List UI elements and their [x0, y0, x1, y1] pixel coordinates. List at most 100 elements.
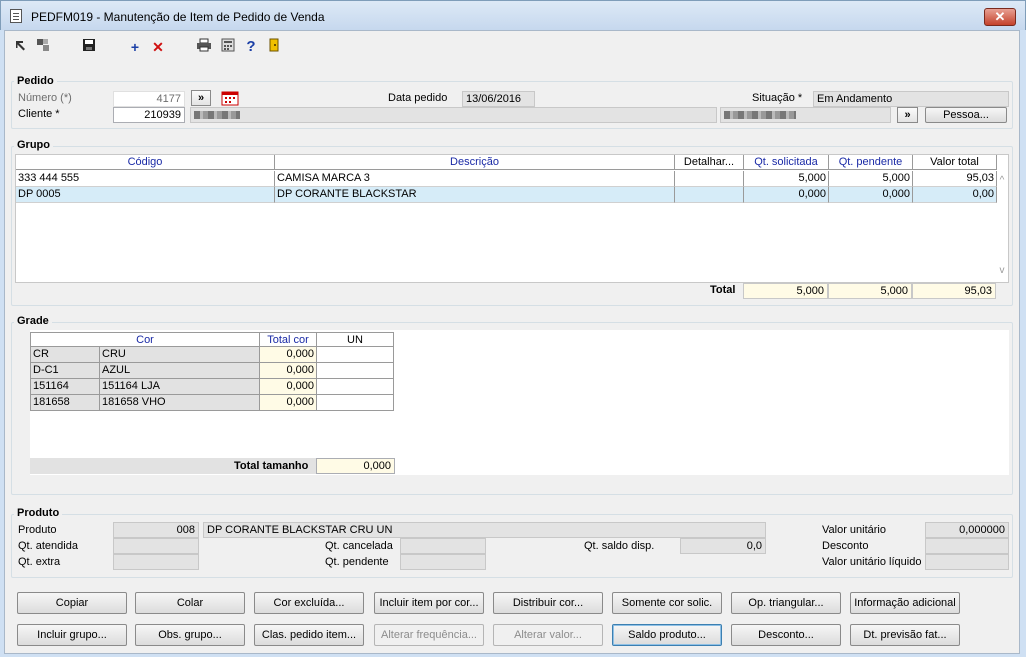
- valor-liquido-label: Valor unitário líquido: [822, 556, 922, 568]
- saldo-produto-button[interactable]: Saldo produto...: [612, 624, 722, 646]
- grupo-table: Código Descrição Detalhar... Qt. solicit…: [15, 154, 1009, 283]
- table-cell[interactable]: CR: [30, 347, 100, 363]
- close-button[interactable]: ✕: [984, 8, 1016, 26]
- column-header-detalhar[interactable]: Detalhar...: [675, 155, 744, 170]
- table-cell[interactable]: 151164: [30, 379, 100, 395]
- table-cell-selected[interactable]: 0,00: [913, 187, 997, 203]
- qt-saldo-label: Qt. saldo disp.: [584, 540, 655, 552]
- qt-atendida-field: [113, 538, 199, 554]
- cliente-label: Cliente *: [18, 108, 60, 120]
- numero-search-button[interactable]: »: [191, 90, 211, 106]
- total-valor: 95,03: [912, 283, 996, 299]
- qt-cancelada-label: Qt. cancelada: [325, 540, 393, 552]
- exit-door-icon[interactable]: [265, 38, 283, 56]
- situacao-field[interactable]: Em Andamento: [813, 91, 1009, 107]
- help-icon[interactable]: ?: [242, 38, 260, 56]
- chevron-up-icon[interactable]: ^: [996, 175, 1008, 186]
- total-qt-solicitada: 5,000: [743, 283, 828, 299]
- table-cell[interactable]: 0,000: [260, 363, 317, 379]
- table-cell[interactable]: 95,03: [913, 171, 997, 187]
- table-cell[interactable]: 181658: [30, 395, 100, 411]
- chevron-down-icon[interactable]: v: [996, 265, 1008, 276]
- redacted-text: [724, 111, 796, 120]
- table-cell[interactable]: 333 444 555: [16, 171, 275, 187]
- table-cell[interactable]: CRU: [100, 347, 260, 363]
- table-cell-selected[interactable]: [675, 187, 744, 203]
- table-cell[interactable]: 0,000: [260, 347, 317, 363]
- alterar-frequencia-button[interactable]: Alterar frequência...: [374, 624, 484, 646]
- qt-extra-label: Qt. extra: [18, 556, 61, 568]
- windows-icon[interactable]: [34, 38, 52, 56]
- table-cell[interactable]: D-C1: [30, 363, 100, 379]
- column-header-valor-total[interactable]: Valor total: [913, 155, 997, 170]
- alterar-valor-button[interactable]: Alterar valor...: [493, 624, 603, 646]
- table-cell[interactable]: [675, 171, 744, 187]
- grupo-section-label: Grupo: [14, 139, 53, 151]
- table-cell[interactable]: 151164 LJA: [100, 379, 260, 395]
- data-pedido-label: Data pedido: [388, 92, 448, 104]
- qt-saldo-field: 0,0: [680, 538, 766, 554]
- produto-desc-field: DP CORANTE BLACKSTAR CRU UN: [203, 522, 766, 538]
- scrollbar[interactable]: ^ v: [996, 175, 1008, 281]
- back-icon[interactable]: [12, 38, 30, 56]
- delete-icon[interactable]: ✕: [149, 38, 167, 56]
- calendar-icon[interactable]: [220, 90, 240, 106]
- distribuir-cor-button[interactable]: Distribuir cor...: [493, 592, 603, 614]
- table-cell[interactable]: [317, 379, 394, 395]
- column-header-descricao[interactable]: Descrição: [275, 155, 675, 170]
- calculator-icon[interactable]: [219, 38, 237, 56]
- table-cell[interactable]: [317, 395, 394, 411]
- cliente-document-field: [720, 107, 891, 123]
- dt-previsao-fat-button[interactable]: Dt. previsão fat...: [850, 624, 960, 646]
- data-pedido-field: 13/06/2016: [462, 91, 535, 107]
- column-header-qt-solicitada[interactable]: Qt. solicitada: [744, 155, 829, 170]
- copiar-button[interactable]: Copiar: [17, 592, 127, 614]
- column-header-codigo[interactable]: Código: [16, 155, 275, 170]
- table-cell[interactable]: 5,000: [829, 171, 913, 187]
- incluir-grupo-button[interactable]: Incluir grupo...: [17, 624, 127, 646]
- table-cell[interactable]: AZUL: [100, 363, 260, 379]
- table-cell[interactable]: CAMISA MARCA 3: [275, 171, 675, 187]
- column-header-cor[interactable]: Cor: [30, 332, 260, 347]
- total-qt-pendente: 5,000: [828, 283, 912, 299]
- situacao-label: Situação *: [752, 92, 803, 104]
- title-bar: PEDFM019 - Manutenção de Item de Pedido …: [0, 0, 1026, 30]
- qt-cancelada-field: [400, 538, 486, 554]
- desconto-button[interactable]: Desconto...: [731, 624, 841, 646]
- informacao-adicional-button[interactable]: Informação adicional: [850, 592, 960, 614]
- save-icon[interactable]: [80, 38, 98, 56]
- incluir-item-por-cor-button[interactable]: Incluir item por cor...: [374, 592, 484, 614]
- colar-button[interactable]: Colar: [135, 592, 245, 614]
- table-cell-selected[interactable]: 0,000: [829, 187, 913, 203]
- table-cell[interactable]: 5,000: [744, 171, 829, 187]
- obs-grupo-button[interactable]: Obs. grupo...: [135, 624, 245, 646]
- table-cell[interactable]: 181658 VHO: [100, 395, 260, 411]
- table-cell[interactable]: [317, 363, 394, 379]
- cliente-search-button[interactable]: »: [897, 107, 918, 123]
- cliente-field[interactable]: 210939: [113, 107, 185, 123]
- numero-field[interactable]: 4177: [113, 91, 185, 107]
- grade-total-label: Total tamanho: [234, 460, 309, 472]
- somente-cor-solic-button[interactable]: Somente cor solic.: [612, 592, 722, 614]
- column-header-total-cor[interactable]: Total cor: [260, 332, 317, 347]
- table-cell-selected[interactable]: DP 0005: [16, 187, 275, 203]
- add-icon[interactable]: +: [126, 38, 144, 56]
- op-triangular-button[interactable]: Op. triangular...: [731, 592, 841, 614]
- table-cell-selected[interactable]: DP CORANTE BLACKSTAR: [275, 187, 675, 203]
- table-cell-selected[interactable]: 0,000: [744, 187, 829, 203]
- cor-excluida-button[interactable]: Cor excluída...: [254, 592, 364, 614]
- pedido-section-label: Pedido: [14, 75, 57, 87]
- clas-pedido-item-button[interactable]: Clas. pedido item...: [254, 624, 364, 646]
- table-cell[interactable]: 0,000: [260, 379, 317, 395]
- print-icon[interactable]: [195, 38, 213, 56]
- grupo-total-label: Total: [710, 284, 736, 296]
- numero-label: Número (*): [18, 92, 72, 104]
- valor-liquido-field: [925, 554, 1009, 570]
- document-icon: [10, 9, 22, 23]
- qt-extra-field: [113, 554, 199, 570]
- table-cell[interactable]: 0,000: [260, 395, 317, 411]
- pessoa-button[interactable]: Pessoa...: [925, 107, 1007, 123]
- table-cell[interactable]: [317, 347, 394, 363]
- column-header-un[interactable]: UN: [317, 332, 394, 347]
- column-header-qt-pendente[interactable]: Qt. pendente: [829, 155, 913, 170]
